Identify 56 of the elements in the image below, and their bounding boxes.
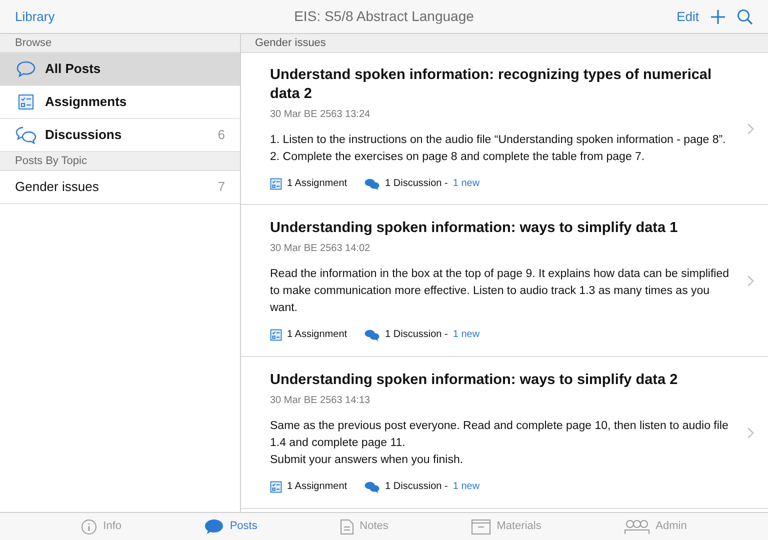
post-date: 30 Mar BE 2563 13:24 [270,108,372,122]
section-header: Gender issues [241,34,768,53]
discussion-count: 1 Discussion - [385,177,448,191]
window-title: EIS: S5/8 Abstract Language [293,7,475,26]
post-title: Understanding spoken information: ways to simplify data 1 [270,219,679,238]
new-count: 1 new [452,328,480,342]
post-text: Read the information in the box at the top of page 9. It explains how data can be simplified to make communication more effective. Listen to audio track 1.3 as many times as you want. [270,267,730,316]
post-title: Understand spoken information: recognizing types of numerical data 2 [270,66,712,104]
section-header: Posts By Topic [0,152,240,171]
assignment-count: 1 Assignment [287,480,348,494]
library-link[interactable]: Library [15,6,215,26]
tab[interactable]: Notes [340,518,388,535]
speech-bubbles-icon [364,178,380,190]
post-title: Understanding spoken information: ways to simplify data 2 [270,371,679,390]
checklist-icon [270,178,282,190]
speech-bubbles-icon [364,328,380,340]
speech-bubble-icon [15,60,37,78]
checklist-icon [270,328,282,340]
speech-bubbles-icon [15,126,37,144]
discussion-count: 1 Discussion - [385,480,448,494]
post-text: 2. Complete the exercises on page 8 and complete the table from page 7. [270,150,646,165]
assignment-count: 1 Assignment [287,177,348,191]
post-date: 30 Mar BE 2563 14:02 [270,242,372,256]
people-icon [624,518,650,534]
post-date: 30 Mar BE 2563 14:13 [270,394,372,408]
chevron-icon [747,122,754,134]
item-label: Gender issues [15,178,100,196]
tab[interactable]: Info [81,518,122,535]
tab[interactable]: Materials [470,518,542,535]
item-label: Assignments [45,93,128,112]
item-count: 6 [218,126,225,144]
post-text: Same as the previous post everyone. Read and complete page 10, then listen to audio file 1.4 and complete page 11. [270,419,730,451]
item-label: Discussions [45,126,123,144]
checklist-icon [270,480,282,492]
item-count: 7 [218,178,225,196]
search-icon[interactable] [737,8,753,24]
assignment-count: 1 Assignment [287,328,348,342]
chevron-icon [747,426,754,438]
section-header: Browse [0,34,240,53]
document-icon [340,518,354,534]
new-count: 1 new [452,480,480,494]
edit-button[interactable]: Edit [676,6,699,26]
tab[interactable]: Posts [204,518,258,535]
post-text: 1. Listen to the instructions on the audio file “Understanding spoken information - page 8”. [270,133,727,148]
speech-bubbles-icon [364,480,380,492]
speech-bubble-icon [204,518,224,534]
info-icon [81,518,98,534]
sidebar-item[interactable]: All Posts [0,53,240,86]
tab[interactable]: Admin [624,518,687,535]
item-label: All Posts [45,60,102,78]
chevron-icon [747,274,754,286]
discussion-count: 1 Discussion - [385,328,448,342]
add-icon[interactable] [711,10,725,24]
post-text: Submit your answers when you finish. [270,453,464,468]
box-icon [470,518,491,534]
new-count: 1 new [452,177,480,191]
